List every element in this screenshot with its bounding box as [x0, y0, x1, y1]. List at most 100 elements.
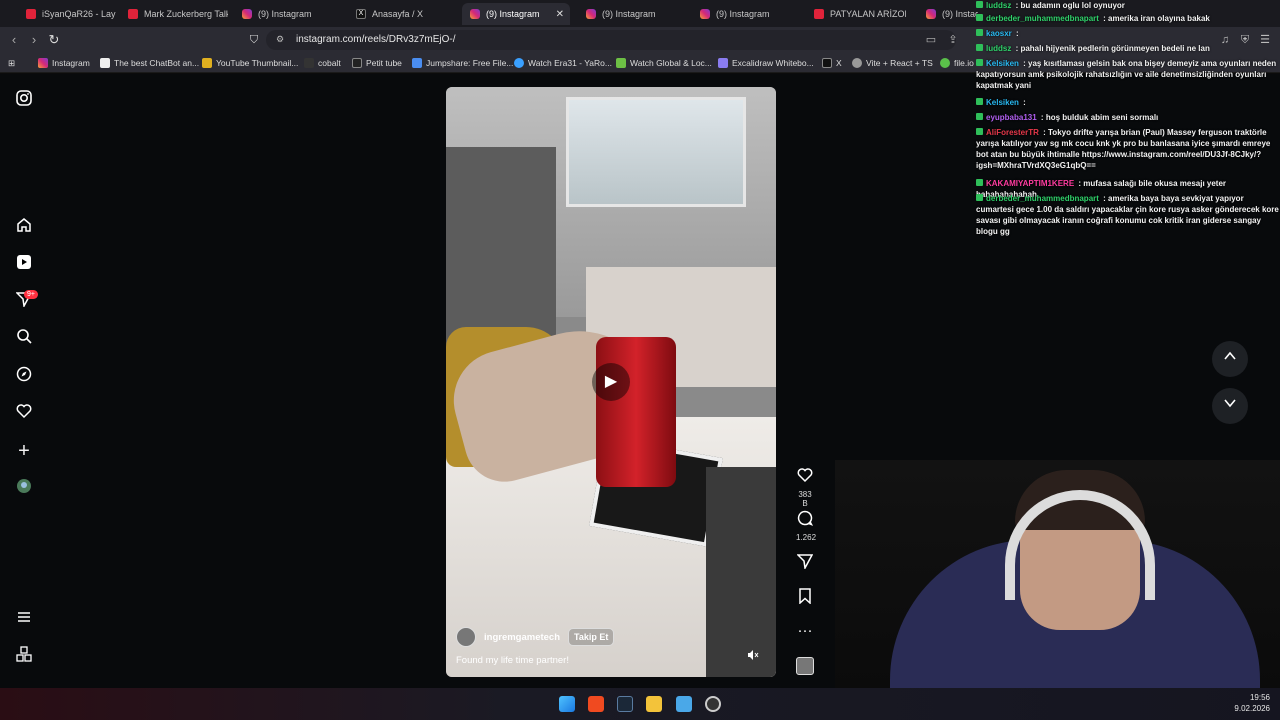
bookmark-item[interactable]: Excalidraw Whitebo... [718, 56, 814, 70]
start-icon[interactable] [559, 696, 575, 712]
instagram-sidebar: 9+ + [0, 74, 48, 688]
comment-icon[interactable] [796, 510, 814, 531]
create-icon[interactable]: + [14, 441, 34, 461]
also-from-meta-icon[interactable] [14, 646, 34, 666]
instagram-icon [470, 9, 480, 19]
bookmark-item[interactable]: X [822, 56, 842, 70]
x-icon [822, 58, 832, 68]
browser-tab[interactable]: (9) Instagram [234, 3, 344, 25]
comment-count: 1.262 [796, 533, 817, 542]
bookmark-item[interactable]: Jumpshare: Free File... [412, 56, 513, 70]
reload-icon[interactable]: ↻ [46, 32, 62, 48]
more-menu-icon[interactable] [14, 609, 34, 629]
heart-icon[interactable] [796, 467, 814, 488]
browser-tab[interactable]: Mark Zuckerberg Talks [120, 3, 228, 25]
app-icon[interactable] [705, 696, 721, 712]
back-icon[interactable]: ‹ [6, 32, 22, 48]
site-info-icon[interactable]: ⚙ [276, 34, 284, 45]
chat-username: Kelsiken [986, 59, 1019, 68]
share-icon[interactable]: ⇪ [946, 33, 960, 47]
bookmark-item[interactable]: cobalt [304, 56, 341, 70]
watch-global-icon [616, 58, 626, 68]
more-options-icon[interactable]: ··· [796, 622, 814, 640]
chat-username: derbeder_muhammedbnapart [986, 194, 1099, 203]
bookmark-item[interactable]: Watch Global & Loc... [616, 56, 712, 70]
youtube-icon [814, 9, 824, 19]
mute-icon[interactable] [746, 649, 760, 663]
search-icon[interactable] [14, 328, 34, 348]
youtube-icon [26, 9, 36, 19]
chat-username: eyupbaba131 [986, 113, 1037, 122]
excalidraw-icon [718, 58, 728, 68]
bookmark-item[interactable]: file.io [940, 56, 974, 70]
badge-icon [976, 179, 983, 186]
home-icon[interactable] [14, 217, 34, 237]
forward-icon[interactable]: › [26, 32, 42, 48]
bookmark-icon[interactable]: ⛉ [246, 32, 262, 48]
brave-browser-icon[interactable] [588, 696, 604, 712]
clock-time: 19:56 [1249, 693, 1270, 702]
instagram-icon [242, 9, 252, 19]
author-username[interactable]: ingremgametech [484, 632, 560, 643]
badge-icon [976, 14, 983, 21]
apps-icon[interactable]: ⊞ [8, 56, 15, 70]
bookmark-item[interactable]: YouTube Thumbnail... [202, 56, 298, 70]
heart-icon[interactable] [14, 403, 34, 423]
browser-tab[interactable]: (9) Instagram [918, 3, 978, 25]
next-reel-button[interactable] [1212, 388, 1248, 424]
share-action[interactable] [796, 553, 814, 574]
browser-tab[interactable]: PATYALAN ARİZONA K [806, 3, 906, 25]
windows-taskbar: 19:56 9.02.2026 [0, 688, 1280, 720]
reel-caption: Found my life time partner! [456, 655, 569, 666]
fileio-icon [940, 58, 950, 68]
bookmark-item[interactable]: The best ChatBot an... [100, 56, 199, 70]
instagram-logo-icon[interactable] [14, 90, 34, 110]
thumbnail-icon [202, 58, 212, 68]
profile-avatar[interactable] [14, 478, 34, 498]
browser-tab[interactable]: (9) Instagram [578, 3, 686, 25]
browser-tab[interactable]: iSyanQaR26 - Lay Lay [18, 3, 118, 25]
save-action[interactable] [796, 588, 814, 609]
reel-video[interactable]: ▶ ingremgametech Takip Et Found my life … [446, 87, 776, 677]
browser-tab[interactable]: (9) Instagram [692, 3, 800, 25]
badge-icon [976, 44, 983, 51]
chat-message: Kelsiken : [976, 97, 1280, 108]
close-tab-icon[interactable]: ✕ [556, 9, 564, 20]
bookmark-item[interactable]: Petit tube [352, 56, 402, 70]
send-icon[interactable] [796, 553, 814, 574]
follow-button[interactable]: Takip Et [568, 628, 615, 646]
badge-icon [976, 29, 983, 36]
system-clock[interactable]: 19:56 9.02.2026 [1234, 692, 1270, 714]
store-icon[interactable] [676, 696, 692, 712]
stream-chat-overlay: luddsz : bu adamın oglu lol oynuyor derb… [976, 0, 1280, 240]
bookmark-item[interactable]: Watch Era31 - YaRo... [514, 56, 612, 70]
audio-thumbnail[interactable] [796, 657, 814, 675]
reels-icon[interactable] [14, 254, 34, 274]
chat-username: Kelsiken [986, 98, 1019, 107]
chat-message: luddsz : pahalı hijyenik pedlerin görünm… [976, 43, 1280, 54]
video-scene [566, 97, 746, 207]
chat-username: luddsz [986, 1, 1012, 10]
jumpshare-icon [412, 58, 422, 68]
bookmark-item[interactable]: Instagram [38, 56, 90, 70]
badge-icon [976, 113, 983, 120]
clock-date: 9.02.2026 [1234, 704, 1270, 713]
steam-icon[interactable] [617, 696, 633, 712]
url-bar[interactable]: ⚙ instagram.com/reels/DRv3z7mEjO-/ [266, 30, 956, 50]
comment-action[interactable]: 1.262 [796, 510, 817, 542]
previous-reel-button[interactable] [1212, 341, 1248, 377]
like-action[interactable]: 383 B [796, 467, 814, 508]
browser-tab[interactable]: X Anasayfa / X [348, 3, 458, 25]
play-button[interactable]: ▶ [592, 363, 630, 401]
author-avatar[interactable] [456, 627, 476, 647]
notification-badge: 9+ [24, 290, 38, 299]
watch-icon [514, 58, 524, 68]
file-explorer-icon[interactable] [646, 696, 662, 712]
explore-icon[interactable] [14, 366, 34, 386]
bookmark-icon[interactable] [796, 588, 814, 609]
browser-tab-active[interactable]: (9) Instagram ✕ [462, 3, 570, 25]
cast-icon[interactable]: ▭ [924, 33, 938, 47]
chat-message: derbeder_muhammedbnapart : amerika iran … [976, 13, 1280, 24]
bookmark-item[interactable]: Vite + React + TS [852, 56, 933, 70]
instagram-icon [38, 58, 48, 68]
